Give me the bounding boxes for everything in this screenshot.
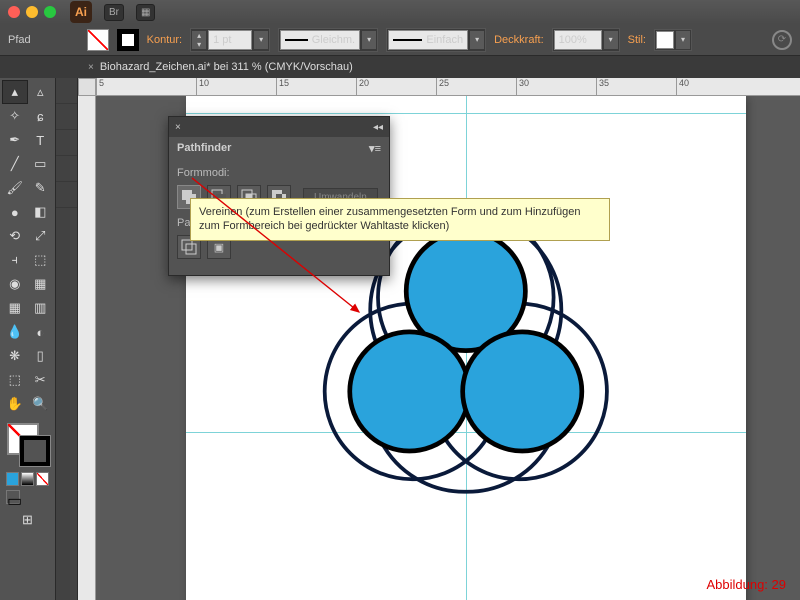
width-tool[interactable]: ⫞ bbox=[2, 248, 28, 272]
eraser-tool[interactable]: ◧ bbox=[28, 200, 54, 224]
style-label: Stil: bbox=[628, 34, 646, 46]
lasso-tool[interactable]: ɕ bbox=[28, 104, 54, 128]
eyedropper-tool[interactable]: 💧 bbox=[2, 320, 28, 344]
change-screen-mode[interactable]: ⊞ bbox=[2, 508, 53, 532]
artboard-tool[interactable]: ⬚ bbox=[2, 368, 28, 392]
pencil-tool[interactable]: ✎ bbox=[28, 176, 54, 200]
document-tabbar: × Biohazard_Zeichen.ai* bei 311 % (CMYK/… bbox=[0, 56, 800, 78]
tooltip: Vereinen (zum Erstellen einer zusammenge… bbox=[190, 198, 610, 241]
minimize-window-btn[interactable] bbox=[26, 6, 38, 18]
shape-modes-label: Formmodi: bbox=[177, 167, 381, 179]
rotate-tool[interactable]: ⟲ bbox=[2, 224, 28, 248]
stroke-label: Kontur: bbox=[147, 34, 182, 46]
figure-caption: Abbildung: 29 bbox=[706, 577, 786, 592]
panel-close-icon[interactable]: × bbox=[175, 122, 181, 133]
selection-type-label: Pfad bbox=[8, 34, 31, 46]
control-bar: Pfad Kontur: ▴▾ 1 pt ▾ Gleichm. ▾ Einfac… bbox=[0, 24, 800, 56]
collapsed-panel-rail[interactable] bbox=[56, 78, 78, 600]
document-title: Biohazard_Zeichen.ai* bei 311 % (CMYK/Vo… bbox=[100, 61, 353, 73]
direct-selection-tool[interactable]: ▵ bbox=[28, 80, 54, 104]
stroke-swatch[interactable] bbox=[117, 29, 139, 51]
screen-mode[interactable]: ▭ bbox=[6, 490, 20, 504]
sync-icon[interactable]: ⟳ bbox=[772, 30, 792, 50]
perspective-tool[interactable]: ▦ bbox=[28, 272, 54, 296]
rectangle-tool[interactable]: ▭ bbox=[28, 152, 54, 176]
fill-swatch[interactable] bbox=[87, 29, 109, 51]
stroke-weight-field[interactable]: ▴▾ 1 pt ▾ bbox=[190, 28, 270, 52]
line-tool[interactable]: ╱ bbox=[2, 152, 28, 176]
color-mode-solid[interactable] bbox=[6, 472, 19, 486]
ruler-origin[interactable] bbox=[78, 78, 96, 96]
slice-tool[interactable]: ✂ bbox=[28, 368, 54, 392]
close-tab-icon[interactable]: × bbox=[88, 62, 94, 73]
opacity-field[interactable]: 100% ▾ bbox=[552, 28, 620, 52]
graph-tool[interactable]: ▯ bbox=[28, 344, 54, 368]
panel-title: Pathfinder bbox=[177, 142, 231, 154]
symbol-sprayer-tool[interactable]: ❋ bbox=[2, 344, 28, 368]
magic-wand-tool[interactable]: ✧ bbox=[2, 104, 28, 128]
app-icon: Ai bbox=[70, 1, 92, 23]
stroke-color[interactable] bbox=[20, 436, 50, 466]
blob-brush-tool[interactable]: ● bbox=[2, 200, 28, 224]
document-tab[interactable]: × Biohazard_Zeichen.ai* bei 311 % (CMYK/… bbox=[78, 56, 363, 78]
color-swatches[interactable] bbox=[2, 422, 53, 470]
close-window-btn[interactable] bbox=[8, 6, 20, 18]
pathfinder-panel[interactable]: × ◂◂ Pathfinder ▾≡ Formmodi: Umwandeln P… bbox=[168, 116, 390, 276]
panel-menu-icon[interactable]: ▾≡ bbox=[369, 142, 381, 155]
stroke-profile-dropdown[interactable]: Gleichm. ▾ bbox=[278, 28, 378, 52]
layout-button[interactable]: ▦ bbox=[136, 4, 155, 21]
shape-builder-tool[interactable]: ◉ bbox=[2, 272, 28, 296]
panel-header[interactable]: × ◂◂ bbox=[169, 117, 389, 137]
scale-tool[interactable]: ⤢ bbox=[28, 224, 54, 248]
tools-panel: ▴▵ ✧ɕ ✒T ╱▭ 🖌✎ ●◧ ⟲⤢ ⫞⬚ ◉▦ ▦▥ 💧◐ ❋▯ ⬚✂ ✋… bbox=[0, 78, 56, 600]
vertical-ruler[interactable] bbox=[78, 96, 96, 600]
blend-tool[interactable]: ◐ bbox=[28, 320, 54, 344]
guide-horizontal-2[interactable] bbox=[186, 113, 746, 114]
brush-dropdown[interactable]: Einfach ▾ bbox=[386, 28, 486, 52]
type-tool[interactable]: T bbox=[28, 128, 54, 152]
maximize-window-btn[interactable] bbox=[44, 6, 56, 18]
horizontal-ruler[interactable]: 510152025303540 bbox=[96, 78, 800, 96]
color-mode-none[interactable] bbox=[36, 472, 49, 486]
hand-tool[interactable]: ✋ bbox=[2, 392, 28, 416]
gradient-tool[interactable]: ▥ bbox=[28, 296, 54, 320]
pen-tool[interactable]: ✒ bbox=[2, 128, 28, 152]
selection-tool[interactable]: ▴ bbox=[2, 80, 28, 104]
mesh-tool[interactable]: ▦ bbox=[2, 296, 28, 320]
opacity-label: Deckkraft: bbox=[494, 34, 544, 46]
color-mode-gradient[interactable] bbox=[21, 472, 34, 486]
zoom-tool[interactable]: 🔍 bbox=[28, 392, 54, 416]
panel-collapse-icon[interactable]: ◂◂ bbox=[373, 122, 383, 133]
free-transform-tool[interactable]: ⬚ bbox=[28, 248, 54, 272]
bridge-button[interactable]: Br bbox=[104, 4, 124, 21]
style-dropdown[interactable]: ▾ bbox=[654, 29, 692, 51]
window-titlebar: Ai Br ▦ bbox=[0, 0, 800, 24]
paintbrush-tool[interactable]: 🖌 bbox=[2, 176, 28, 200]
